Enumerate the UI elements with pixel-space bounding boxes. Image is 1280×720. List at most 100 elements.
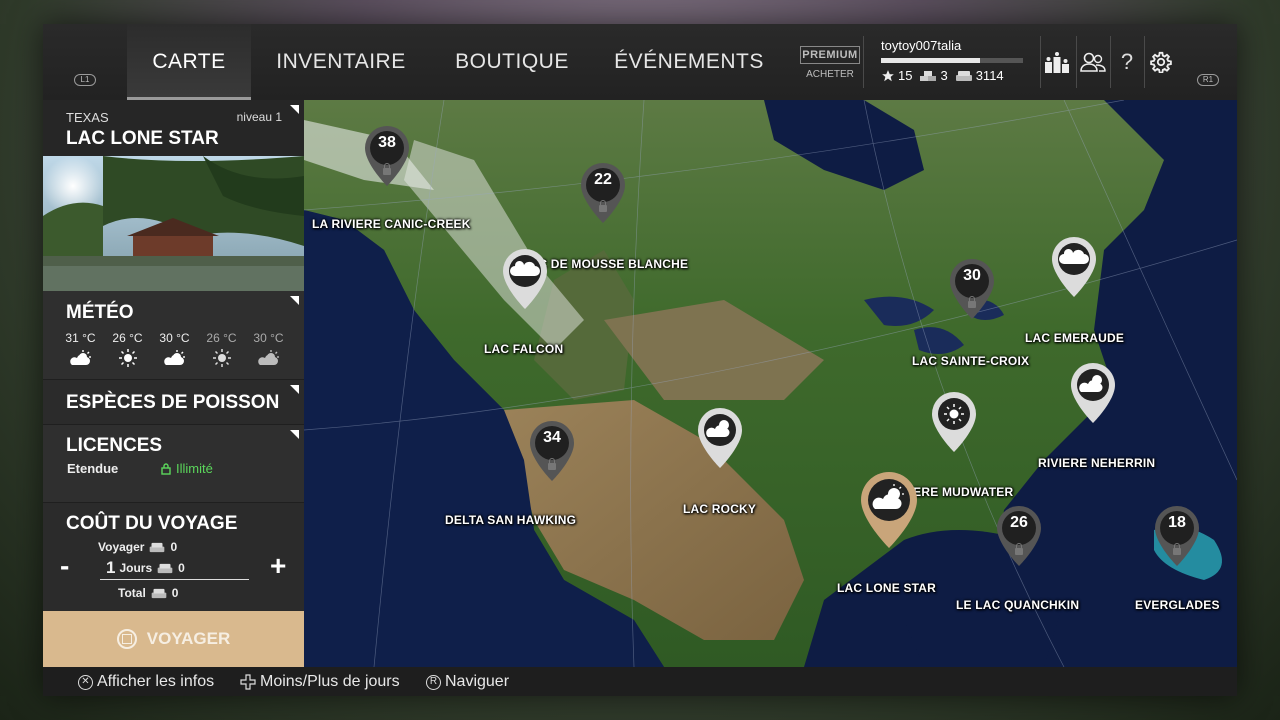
map-pin-lac-emeraude[interactable]: [1051, 236, 1097, 298]
lock-icon: [1015, 543, 1023, 555]
forecast-day: 26 °C: [198, 331, 245, 372]
expand-corner-icon: [290, 105, 299, 114]
r1-shoulder-hint: R1: [1197, 74, 1219, 86]
forecast-day: 30 °C: [151, 331, 198, 372]
licence-extent-label: Etendue: [67, 461, 119, 476]
expand-corner-icon: [290, 430, 299, 439]
cost-voyager-label: Voyager: [98, 540, 145, 554]
increase-days-button[interactable]: +: [270, 550, 286, 582]
map-label-delta-san-hawking: DELTA SAN HAWKING: [445, 513, 577, 527]
tab-boutique[interactable]: BOUTIQUE: [448, 24, 576, 100]
sun-icon: [944, 404, 964, 424]
partly-sunny-icon: [69, 350, 91, 365]
licence-extent-text: Illimité: [176, 461, 213, 476]
licence-extent-value: Illimité: [161, 461, 213, 476]
map-pin-riviere-neherrin[interactable]: [1070, 362, 1116, 424]
credits-icon: [150, 542, 165, 552]
forecast-temp: 26 °C: [206, 331, 237, 345]
tab-carte[interactable]: CARTE: [127, 24, 251, 100]
hint-show-info-label: Afficher les infos: [97, 673, 215, 690]
premium-purchase[interactable]: PREMIUM ACHETER: [800, 46, 860, 80]
licences-title: LICENCES: [66, 435, 163, 456]
world-map[interactable]: 38 LA RIVIERE CANIC-CREEK 22 LAC DE MOUS…: [304, 100, 1237, 667]
hint-navigate: R Naviguer: [426, 673, 509, 691]
map-pin-lac-rocky[interactable]: [697, 407, 743, 469]
cost-total-row: Total 0: [118, 586, 178, 600]
map-pin-riviere-mudwater[interactable]: [931, 391, 977, 453]
settings-button[interactable]: [1145, 46, 1177, 78]
credits-icon: [157, 563, 173, 573]
pin-level: 34: [543, 429, 561, 446]
credits-stat: 3114: [955, 68, 1004, 83]
l1-shoulder-hint: L1: [74, 74, 96, 86]
fish-species-title: ESPÈCES DE POISSON: [66, 392, 280, 413]
pin-level: 22: [594, 171, 612, 188]
cost-total-label: Total: [118, 586, 146, 600]
location-header[interactable]: TEXAS niveau 1 LAC LONE STAR: [43, 100, 304, 156]
help-button[interactable]: ?: [1111, 46, 1143, 78]
forecast-temp: 30 °C: [253, 331, 284, 345]
weather-forecast: 31 °C 26 °C 30 °C 26 °C 30 °C: [57, 331, 292, 372]
square-button-icon: [116, 629, 137, 649]
forecast-temp: 30 °C: [159, 331, 190, 345]
forecast-temp: 31 °C: [65, 331, 96, 345]
cost-total-value: 0: [171, 586, 179, 600]
credits-icon: [151, 588, 167, 598]
map-label-lac-lone-star: LAC LONE STAR: [837, 581, 937, 595]
pin-level: 26: [1010, 514, 1028, 531]
map-label-lac-sainte-croix: LAC SAINTE-CROIX: [912, 354, 1030, 368]
fish-species-section[interactable]: ESPÈCES DE POISSON: [43, 380, 304, 424]
lock-icon: [968, 296, 976, 308]
forecast-day: 31 °C: [57, 331, 104, 372]
decrease-days-button[interactable]: -: [60, 550, 69, 582]
leaderboard-button[interactable]: [1041, 46, 1073, 78]
pin-level: 30: [963, 267, 981, 284]
friends-button[interactable]: [1077, 46, 1109, 78]
unlock-icon: [161, 462, 171, 475]
map-label-everglades: EVERGLADES: [1135, 598, 1220, 612]
right-stick-icon: R: [426, 674, 441, 690]
friends-icon: [1080, 52, 1106, 72]
forecast-temp: 26 °C: [112, 331, 143, 345]
map-pin-lac-lone-star[interactable]: [860, 471, 918, 549]
xp-progress-fill: [881, 58, 981, 63]
star-icon: [882, 69, 894, 81]
hint-days-label: Moins/Plus de jours: [260, 673, 400, 690]
weather-section[interactable]: MÉTÉO 31 °C 26 °C 30 °C 26 °C 30 °C: [43, 291, 304, 379]
stars-count: 15: [898, 68, 913, 83]
hint-navigate-label: Naviguer: [445, 673, 510, 690]
sun-icon: [118, 349, 137, 367]
cost-voyager-value: 0: [170, 540, 178, 554]
licences-section[interactable]: LICENCES Etendue Illimité: [43, 425, 304, 502]
tab-evenements[interactable]: ÉVÉNEMENTS: [613, 24, 765, 100]
cost-voyager-row: Voyager 0: [98, 540, 177, 554]
divider: [863, 36, 864, 88]
map-label-lac-falcon: LAC FALCON: [484, 342, 564, 356]
top-navigation-bar: L1 CARTE INVENTAIRE BOUTIQUE ÉVÉNEMENTS …: [43, 24, 1237, 100]
cost-days-value: 0: [178, 561, 185, 575]
sun-icon: [212, 349, 231, 367]
credits-count: 3114: [975, 68, 1004, 83]
premium-badge: PREMIUM: [800, 46, 860, 64]
game-window: L1 CARTE INVENTAIRE BOUTIQUE ÉVÉNEMENTS …: [43, 24, 1237, 696]
map-pin-lac-falcon[interactable]: [502, 248, 548, 310]
expand-corner-icon: [290, 296, 299, 305]
location-name: LAC LONE STAR: [66, 128, 219, 149]
pin-level: 38: [378, 134, 396, 151]
silver-stat: 3: [919, 68, 948, 83]
cost-days-row: 1 Jours 0: [106, 558, 185, 578]
partly-sunny-icon: [163, 350, 185, 365]
xp-progress-bar: [881, 58, 1023, 63]
location-preview-image: [43, 156, 304, 291]
days-label: Jours: [119, 561, 153, 575]
location-level: niveau 1: [236, 110, 282, 124]
map-label-le-lac-quanchkin: LE LAC QUANCHKIN: [956, 598, 1080, 612]
voyager-button[interactable]: VOYAGER: [43, 611, 304, 667]
lock-icon: [383, 163, 391, 175]
hint-days: Moins/Plus de jours: [240, 673, 400, 691]
tab-inventaire[interactable]: INVENTAIRE: [271, 24, 411, 100]
lock-icon: [548, 458, 556, 470]
cross-button-icon: ✕: [78, 674, 93, 690]
pin-level: 18: [1168, 514, 1186, 531]
silver-count: 3: [940, 68, 948, 83]
